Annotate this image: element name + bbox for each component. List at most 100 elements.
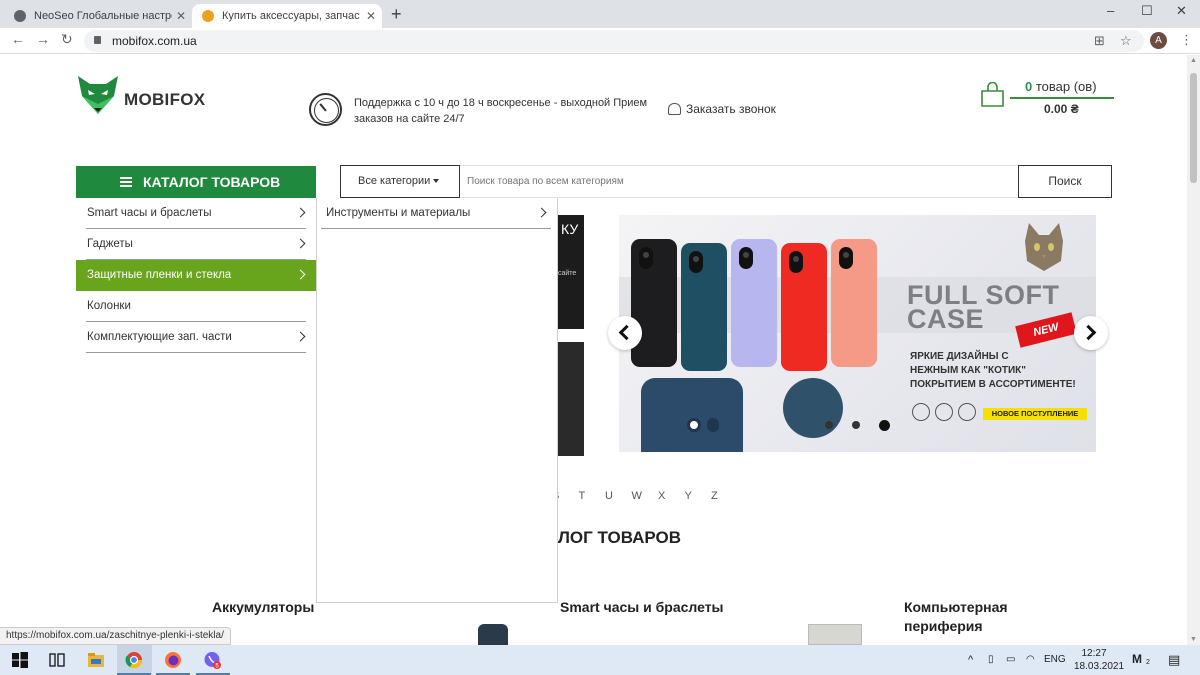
search-button[interactable]: Поиск — [1018, 165, 1112, 198]
close-window-button[interactable]: ✕ — [1176, 3, 1187, 19]
taskbar-clock[interactable]: 12:27 18.03.2021 — [1074, 647, 1124, 673]
alphabet-letter[interactable]: U — [605, 490, 632, 502]
slogan-line3: ПОКРЫТИЕМ В АССОРТИМЕНТЕ! — [910, 379, 1076, 390]
back-arrow-icon[interactable]: ← — [11, 31, 25, 47]
browser-tab[interactable]: NeoSeo Глобальные настройки ✕ — [4, 4, 192, 28]
catalog-item-label: Защитные пленки и стекла — [87, 269, 232, 281]
battery-icon[interactable]: ▭ — [1006, 654, 1015, 665]
category-select-label: Все категории — [358, 175, 431, 187]
wifi-icon[interactable]: ◠ — [1026, 654, 1035, 665]
viber-icon[interactable]: 5 — [203, 651, 221, 669]
camera-cutout-icon — [789, 251, 803, 273]
translate-icon[interactable]: ⊞ — [1094, 33, 1105, 49]
alphabet-letter[interactable]: T — [579, 490, 606, 502]
windows-taskbar: 5 ^ ▯ ▭ ◠ ENG 12:27 18.03.2021 M 2 ▤ — [0, 645, 1200, 675]
smartwatch-thumbnail[interactable] — [478, 624, 508, 645]
promo-banner-1[interactable]: КУ сайте — [558, 215, 584, 329]
diamond-icon — [935, 403, 953, 421]
windows-start-icon[interactable] — [11, 651, 29, 669]
browser-tab-active[interactable]: Купить аксессуары, запчасти для ✕ — [192, 4, 382, 28]
new-arrival-label: НОВОЕ ПОСТУПЛЕНИЕ — [983, 408, 1087, 420]
hero-slider[interactable]: FULL SOFT CASE NEW ЯРКИЕ ДИЗАЙНЫ С НЕЖНЫ… — [619, 215, 1096, 452]
chevron-left-icon — [618, 324, 635, 341]
address-bar[interactable]: mobifox.com.ua ⊞ ☆ — [84, 30, 1144, 52]
promo-banner-2[interactable] — [558, 342, 584, 456]
quality-icon — [912, 403, 930, 421]
site-logo[interactable]: MOBIFOX — [76, 74, 211, 116]
catalog-item-gadgets[interactable]: Гаджеты — [76, 229, 316, 260]
chevron-up-icon[interactable]: ^ — [968, 654, 973, 666]
slider-dot[interactable] — [852, 421, 860, 429]
search-input[interactable] — [460, 165, 1018, 198]
minimize-button[interactable]: – — [1107, 3, 1114, 18]
support-hours-text: Поддержка с 10 ч до 18 ч воскресенье - в… — [354, 97, 648, 125]
file-explorer-icon[interactable] — [87, 651, 105, 669]
catalog-item-spare-parts[interactable]: Комплектующие зап. части — [76, 322, 316, 353]
close-tab-icon[interactable]: ✕ — [366, 4, 376, 28]
tab-title: NeoSeo Глобальные настройки — [34, 10, 172, 22]
category-tile-title[interactable]: Аккумуляторы — [212, 598, 314, 617]
page-scrollbar[interactable]: ▲ ▼ — [1187, 55, 1200, 645]
slider-prev-button[interactable] — [608, 316, 642, 350]
slider-next-button[interactable] — [1074, 316, 1108, 350]
chrome-icon[interactable] — [125, 651, 143, 669]
scroll-up-icon[interactable]: ▲ — [1190, 57, 1197, 64]
slider-dot[interactable] — [825, 421, 833, 429]
new-tab-button[interactable]: + — [391, 4, 402, 24]
cart-count-label: товар (ов) — [1035, 79, 1097, 94]
language-indicator[interactable]: ENG — [1044, 654, 1066, 665]
alphabet-letter[interactable]: W — [632, 490, 659, 502]
address-bar-row: ← → ↻ mobifox.com.ua ⊞ ☆ A ⋮ — [0, 28, 1200, 54]
notifications-icon[interactable]: ▤ — [1168, 652, 1180, 668]
headset-icon — [668, 103, 681, 115]
reload-icon[interactable]: ↻ — [61, 31, 73, 48]
catalog-button[interactable]: КАТАЛОГ ТОВАРОВ — [76, 166, 316, 198]
meet-now-icon[interactable]: M — [1132, 652, 1142, 666]
shopping-bag-icon[interactable] — [980, 82, 1005, 107]
hamburger-menu-icon — [120, 177, 132, 187]
scrollbar-thumb[interactable] — [1190, 73, 1197, 183]
maximize-button[interactable]: ☐ — [1141, 3, 1153, 19]
profile-avatar[interactable]: A — [1150, 32, 1167, 49]
phone-case-image — [631, 239, 677, 367]
camera-cutout-icon — [689, 251, 703, 273]
catalog-menu: Smart часы и браслеты Гаджеты Защитные п… — [76, 198, 316, 353]
catalog-item-speakers[interactable]: Колонки — [76, 291, 316, 322]
scroll-down-icon[interactable]: ▼ — [1190, 636, 1197, 643]
chevron-right-icon — [295, 238, 306, 249]
slider-dot-active[interactable] — [879, 419, 890, 431]
chevron-right-icon — [295, 331, 306, 342]
device-icon[interactable]: ▯ — [988, 654, 994, 665]
forward-arrow-icon[interactable]: → — [36, 31, 50, 47]
submenu-item-tools-materials[interactable]: Инструменты и материалы — [317, 198, 557, 229]
phone-case-image — [681, 243, 727, 371]
catalog-item-protective-films[interactable]: Защитные пленки и стекла — [76, 260, 316, 291]
task-view-icon[interactable] — [48, 651, 66, 669]
brand-alphabet: STUWXYZ — [552, 490, 738, 502]
category-tile-title[interactable]: Компьютерная периферия — [904, 598, 1044, 636]
firefox-icon[interactable] — [164, 651, 182, 669]
camera-cutout-icon — [739, 247, 753, 269]
phone-case-image — [781, 243, 827, 371]
chevron-right-icon — [295, 207, 306, 218]
browser-tab-bar: NeoSeo Глобальные настройки ✕ Купить акс… — [0, 0, 1200, 28]
shield-icon — [958, 403, 976, 421]
bookmark-star-icon[interactable]: ☆ — [1120, 33, 1132, 49]
alphabet-letter[interactable]: Z — [711, 490, 738, 502]
category-select[interactable]: Все категории — [340, 165, 460, 198]
close-tab-icon[interactable]: ✕ — [176, 4, 186, 28]
category-tile-title[interactable]: Smart часы и браслеты — [560, 598, 724, 617]
browser-menu-icon[interactable]: ⋮ — [1180, 32, 1193, 48]
catalog-item-label: Гаджеты — [87, 238, 133, 250]
alphabet-letter[interactable]: X — [658, 490, 685, 502]
cart-total[interactable]: 0.00 ₴ — [1044, 102, 1079, 116]
case-fabric-sample — [783, 378, 843, 438]
tab-title: Купить аксессуары, запчасти для — [222, 10, 360, 22]
peripheral-thumbnail[interactable] — [808, 624, 862, 645]
callback-link[interactable]: Заказать звонок — [668, 102, 776, 116]
catalog-item-smart-watches[interactable]: Smart часы и браслеты — [76, 198, 316, 229]
phone-case-image — [731, 239, 777, 367]
section-title: ЛОГ ТОВАРОВ — [558, 528, 682, 547]
alphabet-letter[interactable]: Y — [685, 490, 712, 502]
cart-count[interactable]: 0 товар (ов) — [1025, 79, 1097, 94]
